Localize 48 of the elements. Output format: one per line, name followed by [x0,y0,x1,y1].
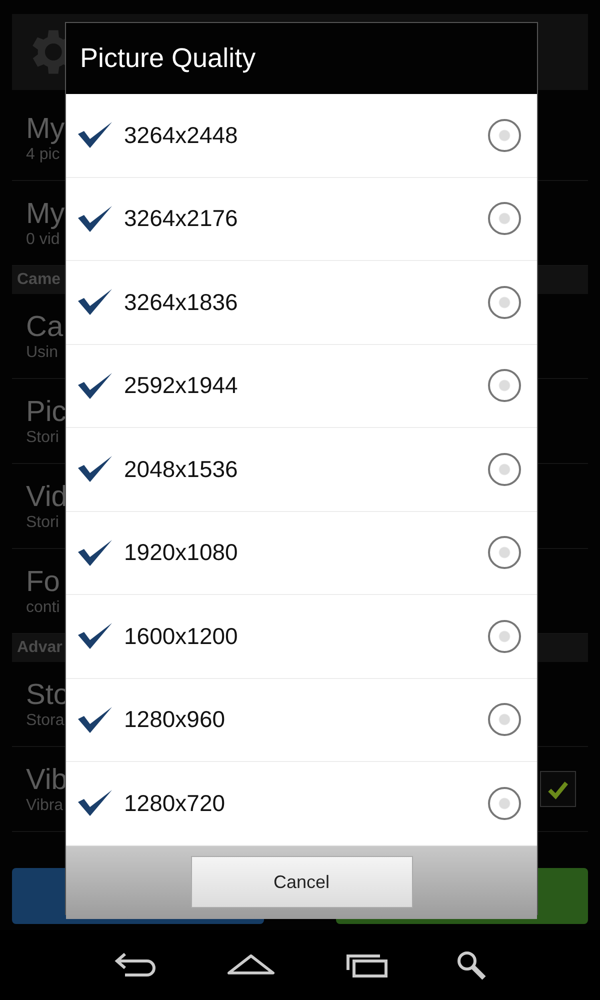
option-row[interactable]: 3264x1836 [66,261,537,344]
option-row[interactable]: 3264x2448 [66,94,537,178]
option-label: 1280x720 [124,790,226,817]
radio-button[interactable] [488,118,521,152]
setting-summary: Stora [26,712,64,730]
radio-button[interactable] [488,286,521,319]
setting-summary: conti [26,599,60,617]
setting-title: My [26,197,65,231]
option-label: 1920x1080 [124,539,239,566]
setting-title: My [26,112,65,146]
radio-button[interactable] [488,452,521,486]
setting-title: Vib [26,763,68,797]
option-label: 2592x1944 [124,372,239,400]
radio-button[interactable] [488,703,521,736]
checkbox[interactable] [540,771,576,807]
option-row[interactable]: 1280x960 [66,678,537,762]
home-icon[interactable] [226,953,276,977]
option-label: 3264x2448 [124,122,239,149]
radio-button[interactable] [488,786,521,820]
option-label: 2048x1536 [124,456,239,483]
option-row[interactable]: 3264x2176 [66,178,537,261]
setting-summary: Usin [26,344,58,362]
option-label: 1280x960 [124,706,226,734]
setting-title: Fo [26,565,60,599]
radio-button[interactable] [488,536,521,570]
option-row[interactable]: 1920x1080 [66,512,537,595]
search-icon[interactable] [454,949,487,981]
setting-title: Vid [26,480,68,514]
setting-title: Ca [26,310,64,344]
section-title: Came [17,271,61,289]
dialog-title: Picture Quality [80,43,256,74]
setting-title: Pic [26,395,66,429]
option-row[interactable]: 2592x1944 [66,344,537,428]
radio-button[interactable] [488,202,521,236]
setting-summary: 0 vid [26,231,60,249]
option-label: 3264x2176 [124,205,239,232]
setting-summary: Stori [26,429,59,447]
radio-button[interactable] [488,369,521,402]
setting-summary: Vibra [26,797,64,815]
section-title: Advar [17,639,62,657]
option-row[interactable]: 2048x1536 [66,428,537,512]
setting-summary: Stori [26,514,59,532]
option-label: 1600x1200 [124,622,239,650]
option-row[interactable]: 1600x1200 [66,595,537,678]
setting-summary: 4 pic [26,146,60,164]
cancel-button[interactable]: Cancel [190,856,412,908]
option-label: 3264x1836 [124,288,239,316]
radio-button[interactable] [488,620,521,653]
